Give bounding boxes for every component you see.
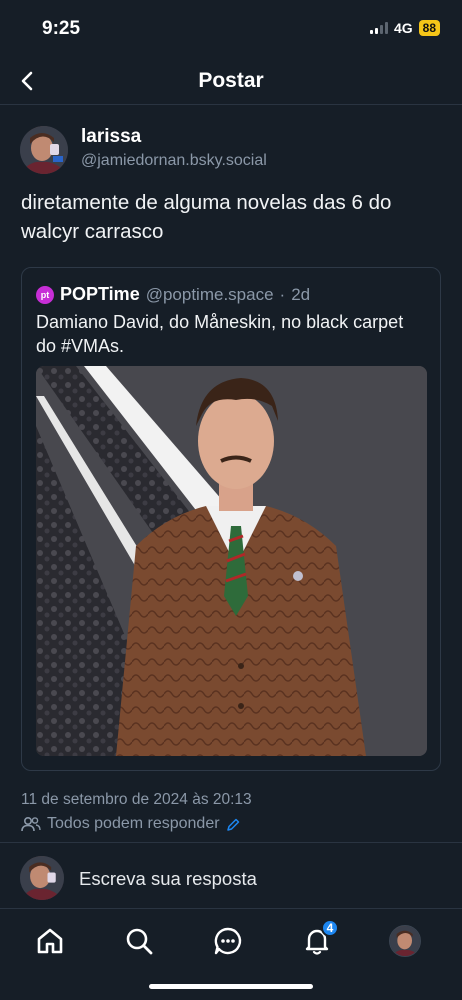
quoted-post-time: 2d xyxy=(291,284,311,304)
avatar xyxy=(389,925,421,957)
nav-home[interactable] xyxy=(32,923,68,959)
reply-setting-label: Todos podem responder xyxy=(47,815,220,832)
divider xyxy=(0,842,462,843)
notification-badge: 4 xyxy=(321,919,339,937)
nav-search[interactable] xyxy=(121,923,157,959)
header: Postar xyxy=(0,58,462,105)
page-title: Postar xyxy=(198,69,264,92)
quoted-author-name: POPTime xyxy=(60,284,140,304)
home-indicator xyxy=(149,984,313,989)
quoted-separator: · xyxy=(279,284,286,304)
people-icon xyxy=(21,816,41,832)
quoted-post-text: Damiano David, do Måneskin, no black car… xyxy=(36,312,404,356)
search-icon xyxy=(126,928,153,955)
status-time: 9:25 xyxy=(42,18,81,39)
author-name[interactable]: larissa xyxy=(81,126,141,148)
signal-icon xyxy=(369,22,388,34)
home-icon xyxy=(37,928,63,954)
quoted-post-image[interactable] xyxy=(36,366,427,756)
nav-profile[interactable] xyxy=(387,923,423,959)
post-date: 11 de setembro de 2024 às 20:13 xyxy=(21,791,252,808)
network-label: 4G xyxy=(393,20,413,36)
chat-icon xyxy=(214,927,242,955)
edit-icon[interactable] xyxy=(226,817,241,832)
quoted-author-avatar: pt xyxy=(36,285,54,304)
nav-chat[interactable] xyxy=(210,923,246,959)
quoted-author-handle: @poptime.space xyxy=(145,284,274,304)
reply-input[interactable]: Escreva sua resposta xyxy=(79,868,257,890)
author-avatar[interactable] xyxy=(20,126,68,174)
quoted-post-card[interactable]: pt POPTime @poptime.space · 2d Damiano D… xyxy=(21,267,441,771)
reply-avatar xyxy=(20,856,64,900)
post-text: diretamente de alguma novelas das 6 do w… xyxy=(21,191,392,243)
author-handle[interactable]: @jamiedornan.bsky.social xyxy=(81,152,267,170)
battery-icon: 88 xyxy=(418,20,440,36)
status-bar: 9:25 4G 88 xyxy=(0,0,462,58)
reply-setting[interactable]: Todos podem responder xyxy=(21,815,241,833)
quoted-post-header: pt POPTime @poptime.space · 2d xyxy=(36,284,310,305)
nav-notifications[interactable]: 4 xyxy=(299,919,339,959)
status-indicators: 4G 88 xyxy=(369,20,440,36)
